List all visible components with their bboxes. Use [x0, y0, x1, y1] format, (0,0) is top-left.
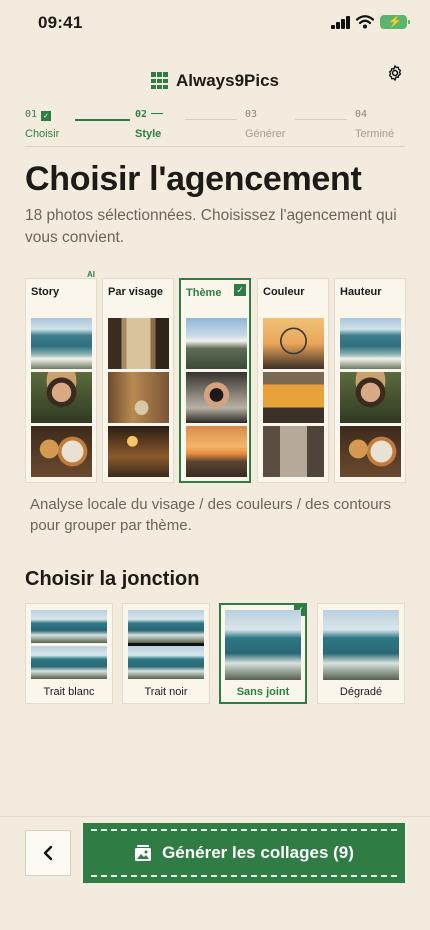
step-2-label: Style [135, 128, 162, 140]
layout-card-label: Story [31, 286, 60, 298]
join-option-label: Dégradé [339, 686, 383, 698]
step-4: 04 [355, 109, 368, 120]
layout-description: Analyse locale du visage / des couleurs … [30, 496, 392, 534]
section-title-join: Choisir la jonction [25, 568, 200, 590]
layout-card-label: Thème [186, 287, 222, 299]
check-icon: ✓ [234, 284, 246, 296]
step-connector [295, 119, 347, 120]
thumbnail [128, 646, 204, 679]
status-time: 09:41 [38, 13, 83, 32]
status-bar: 09:41 ⚡ [0, 0, 430, 46]
join-option-label: Trait blanc [43, 686, 95, 698]
join-option-degrade[interactable]: Dégradé [317, 603, 405, 704]
step-2: 02 [135, 109, 164, 120]
join-option-sans-joint[interactable]: ✓ Sans joint [219, 603, 307, 704]
layout-card-label: Par visage [108, 286, 164, 298]
generate-collages-button[interactable]: Générer les collages (9) [83, 823, 405, 883]
join-option-trait-blanc[interactable]: Trait blanc [25, 603, 113, 704]
signal-icon [331, 16, 351, 29]
thumbnail [186, 426, 247, 477]
step-1: 01 ✓ [25, 109, 52, 121]
progress-stepper: 01 ✓ Choisir 02 Style 03 Générer 04 Termi… [25, 109, 405, 147]
step-4-label: Terminé [355, 128, 395, 140]
thumbnail [31, 646, 107, 679]
step-1-label: Choisir [25, 128, 60, 140]
thumbnail [323, 610, 399, 680]
thumbnail [340, 372, 401, 423]
layout-card-label: Hauteur [340, 286, 382, 298]
layout-card-theme[interactable]: Thème ✓ [179, 278, 251, 483]
layout-card-par-visage[interactable]: Par visage [102, 278, 174, 483]
thumbnail [108, 426, 169, 477]
layout-card-label: Couleur [263, 286, 305, 298]
layout-card-hauteur[interactable]: Hauteur [334, 278, 406, 483]
step-3-label: Générer [245, 128, 286, 140]
thumbnail [31, 318, 92, 369]
thumbnail [128, 610, 204, 643]
battery-icon: ⚡ [380, 15, 410, 29]
layout-options: Story Par visage Thème ✓ Couleur Hauteur [25, 278, 406, 483]
gallery-icon [135, 845, 152, 861]
generate-label: Générer les collages (9) [162, 843, 354, 862]
step-3: 03 [245, 109, 258, 120]
join-option-label: Sans joint [236, 686, 290, 698]
page-subtitle: 18 photos sélectionnées. Choisissez l'ag… [25, 207, 397, 246]
chevron-left-icon [43, 845, 53, 861]
app-title-text: Always9Pics [175, 70, 279, 90]
join-option-label: Trait noir [144, 686, 188, 698]
thumbnail [31, 610, 107, 643]
thumbnail [340, 426, 401, 477]
check-icon: ✓ [41, 111, 52, 121]
thumbnail [31, 372, 92, 423]
gear-icon[interactable] [386, 64, 404, 82]
join-option-trait-noir[interactable]: Trait noir [122, 603, 210, 704]
thumbnail [263, 318, 324, 369]
step-connector [75, 119, 130, 121]
layout-card-story[interactable]: Story [25, 278, 97, 483]
thumbnail [108, 372, 169, 423]
step-connector [185, 119, 237, 120]
grid-icon [150, 72, 168, 90]
thumbnail [186, 318, 247, 369]
thumbnail [31, 426, 92, 477]
bottom-divider [0, 816, 430, 817]
thumbnail [225, 610, 301, 680]
wifi-icon [356, 15, 374, 29]
app-title: Always9Pics [150, 70, 279, 91]
layout-card-couleur[interactable]: Couleur [257, 278, 329, 483]
thumbnail [263, 372, 324, 423]
thumbnail [340, 318, 401, 369]
back-button[interactable] [25, 830, 71, 876]
page-title: Choisir l'agencement [25, 160, 362, 198]
thumbnail [108, 318, 169, 369]
thumbnail [263, 426, 324, 477]
thumbnail [186, 372, 247, 423]
